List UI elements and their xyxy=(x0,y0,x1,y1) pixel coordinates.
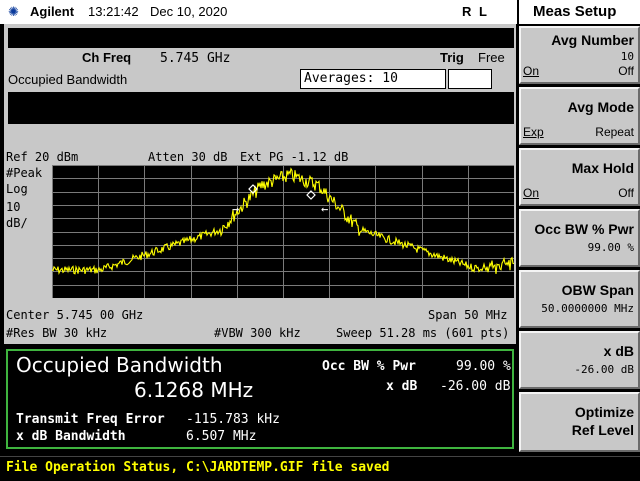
softkey-title-line2: Ref Level xyxy=(571,422,634,438)
softkey-avg-number[interactable]: Avg Number 10 On Off xyxy=(519,26,640,84)
softkey-occ-bw-pwr[interactable]: Occ BW % Pwr 99.00 % xyxy=(519,209,640,267)
softkey-title: OBW Span xyxy=(561,282,634,298)
clock-date: Dec 10, 2020 xyxy=(150,4,228,19)
ch-freq-value[interactable]: 5.745 GHz xyxy=(160,51,230,66)
agilent-logo-icon: ✺ xyxy=(8,4,19,19)
xdb-label: x dB xyxy=(386,379,418,394)
softkey-title: x dB xyxy=(603,343,634,359)
softkey-avg-mode[interactable]: Avg Mode Exp Repeat xyxy=(519,87,640,145)
xdb-bw-value: 6.507 MHz xyxy=(186,429,257,444)
softkey-option-exp: Exp xyxy=(523,125,544,139)
averages-indicator-box xyxy=(448,69,492,89)
softkey-max-hold[interactable]: Max Hold On Off xyxy=(519,148,640,206)
softkey-option-on: On xyxy=(523,64,540,78)
trig-value: Free xyxy=(478,50,505,65)
softkey-obw-span[interactable]: OBW Span 50.0000000 MHz xyxy=(519,270,640,328)
trig-label: Trig xyxy=(440,50,464,65)
scale-unit: dB/ xyxy=(6,216,28,230)
res-bw: #Res BW 30 kHz xyxy=(6,326,108,340)
averages-box: Averages: 10 xyxy=(300,69,446,89)
softkey-optimize-ref-level[interactable]: Optimize Ref Level xyxy=(519,392,640,452)
status-bar: File Operation Status, C:\JARDTEMP.GIF f… xyxy=(0,456,640,481)
scale-value: 10 xyxy=(6,200,21,214)
tfe-label: Transmit Freq Error xyxy=(16,412,165,427)
occ-bw-pwr-value: 99.00 % xyxy=(456,359,511,374)
menu-title: Meas Setup xyxy=(519,0,640,24)
softkey-x-db[interactable]: x dB -26.00 dB xyxy=(519,331,640,389)
tfe-value: -115.783 kHz xyxy=(186,412,280,427)
softkey-option-off: Off xyxy=(618,186,634,200)
log-label: Log xyxy=(6,182,28,196)
center-freq: Center 5.745 00 GHz xyxy=(6,308,144,322)
softkey-value: 10 xyxy=(620,50,634,63)
softkey-title: Avg Number xyxy=(551,32,634,48)
softkey-value: -26.00 dB xyxy=(574,363,634,376)
ch-freq-label: Ch Freq xyxy=(82,50,132,65)
left-bandwidth-arrow-icon: → xyxy=(232,202,239,216)
sweep: Sweep 51.28 ms (601 pts) xyxy=(336,326,510,340)
title-bar: ✺ Agilent 13:21:42 Dec 10, 2020 R L xyxy=(0,0,517,24)
result-title: Occupied Bandwidth xyxy=(16,353,223,377)
softkey-value: 99.00 % xyxy=(587,241,634,254)
clock-time: 13:21:42 xyxy=(88,4,139,19)
status-message: File Operation Status, C:\JARDTEMP.GIF f… xyxy=(6,460,390,475)
softkey-option-off: Off xyxy=(618,64,634,78)
detector-label: #Peak xyxy=(6,166,43,180)
xdb-bw-label: x dB Bandwidth xyxy=(16,429,126,444)
menu-title-label: Meas Setup xyxy=(533,3,617,20)
averages-value: Averages: 10 xyxy=(304,71,398,86)
info-bar xyxy=(8,92,514,124)
spectrum-display: → ← xyxy=(52,165,514,298)
ref-level: Ref 20 dBm xyxy=(6,150,79,164)
occ-bw-pwr-label: Occ BW % Pwr xyxy=(322,359,416,374)
softkey-title: Optimize xyxy=(574,404,634,420)
results-panel: Occupied Bandwidth 6.1268 MHz Occ BW % P… xyxy=(6,349,514,449)
vbw: #VBW 300 kHz xyxy=(214,326,301,340)
brand-name: Agilent xyxy=(30,4,75,19)
ext-pg: Ext PG -1.12 dB xyxy=(240,150,349,164)
rl-indicator: R L xyxy=(462,4,489,19)
softkey-option-repeat: Repeat xyxy=(595,125,634,139)
attenuation: Atten 30 dB xyxy=(148,150,228,164)
xdb-value: -26.00 dB xyxy=(440,379,511,394)
softkey-value: 50.0000000 MHz xyxy=(541,302,634,315)
obw-value: 6.1268 MHz xyxy=(134,378,254,402)
softkey-title: Max Hold xyxy=(571,160,634,176)
span: Span 50 MHz xyxy=(428,308,508,322)
softkey-title: Avg Mode xyxy=(567,99,634,115)
message-bar xyxy=(8,28,514,48)
right-bandwidth-arrow-icon: ← xyxy=(321,202,328,216)
softkey-option-on: On xyxy=(523,186,540,200)
measurement-name: Occupied Bandwidth xyxy=(8,72,128,87)
softkey-title: Occ BW % Pwr xyxy=(534,221,634,237)
